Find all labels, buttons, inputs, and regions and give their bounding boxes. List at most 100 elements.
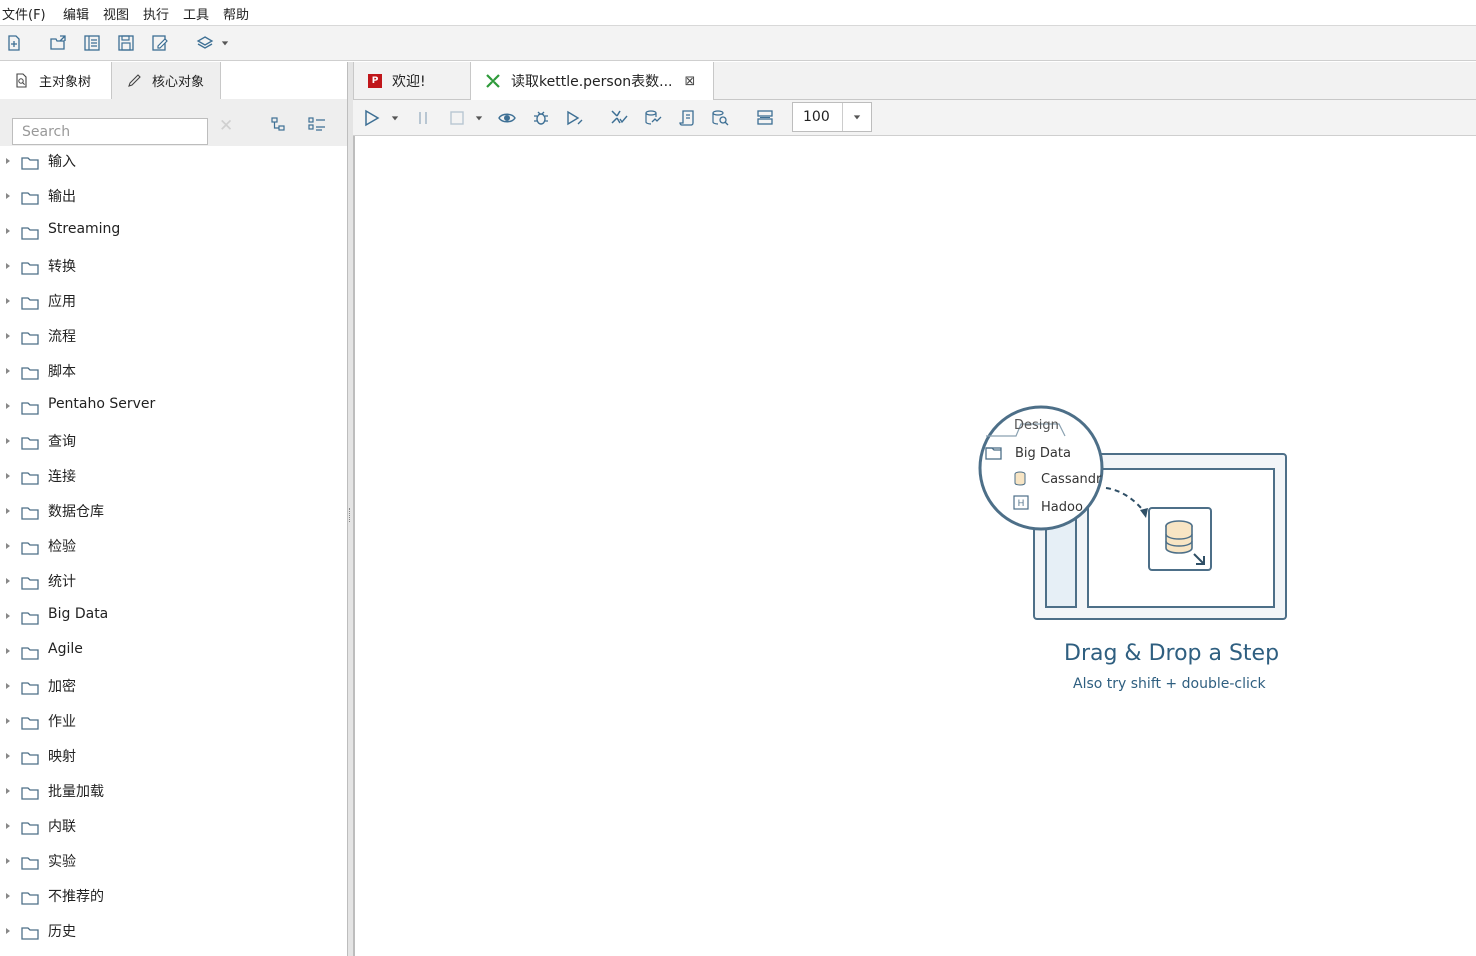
expand-arrow-icon[interactable] — [6, 333, 10, 339]
menu-file[interactable]: 文件(F) — [2, 4, 46, 23]
chevron-down-icon[interactable] — [842, 103, 871, 131]
tab-core-objects[interactable]: 核心对象 — [111, 62, 221, 99]
expand-arrow-icon[interactable] — [6, 823, 10, 829]
tree-item[interactable]: Big Data — [0, 601, 340, 635]
tree-item[interactable]: 加密 — [0, 671, 340, 705]
tree-item[interactable]: 脚本 — [0, 356, 340, 390]
editor-area: P 欢迎! 读取kettle.person表数... ⊠ 100 H Desig… — [353, 62, 1476, 956]
tree-item[interactable]: Pentaho Server — [0, 391, 340, 425]
expand-arrow-icon[interactable] — [6, 543, 10, 549]
expand-arrow-icon[interactable] — [6, 508, 10, 514]
layers-dropdown-icon[interactable] — [219, 33, 231, 53]
run-icon[interactable] — [362, 108, 382, 128]
drag-drop-illustration: H — [978, 405, 1287, 620]
expand-arrow-icon[interactable] — [6, 788, 10, 794]
transformation-toolbar: 100 — [353, 100, 1476, 136]
verify-icon[interactable] — [609, 108, 629, 128]
impact-analysis-icon[interactable] — [643, 108, 663, 128]
tree-item[interactable]: 内联 — [0, 811, 340, 845]
expand-arrow-icon[interactable] — [6, 403, 10, 409]
tree-item[interactable]: 输入 — [0, 146, 340, 180]
tree-item[interactable]: 映射 — [0, 741, 340, 775]
expand-arrow-icon[interactable] — [6, 858, 10, 864]
expand-arrow-icon[interactable] — [6, 438, 10, 444]
menu-tools[interactable]: 工具 — [183, 4, 209, 23]
menu-view[interactable]: 视图 — [103, 4, 129, 23]
expand-arrow-icon[interactable] — [6, 753, 10, 759]
run-dropdown-icon[interactable] — [389, 108, 401, 128]
expand-arrow-icon[interactable] — [6, 193, 10, 199]
tree-item[interactable]: 历史 — [0, 916, 340, 950]
tree-item[interactable]: 批量加载 — [0, 776, 340, 810]
database-explore-icon[interactable] — [710, 108, 730, 128]
expand-arrow-icon[interactable] — [6, 578, 10, 584]
zoom-select[interactable]: 100 — [792, 102, 872, 132]
tree-item[interactable]: 实验 — [0, 846, 340, 880]
expand-all-icon[interactable] — [308, 116, 326, 136]
stop-dropdown-icon[interactable] — [473, 108, 485, 128]
tree-item[interactable]: 数据仓库 — [0, 496, 340, 530]
tree-item[interactable]: 检验 — [0, 531, 340, 565]
folder-icon — [21, 192, 39, 205]
tree-item[interactable]: Streaming — [0, 216, 340, 250]
collapse-all-icon[interactable] — [270, 116, 286, 136]
left-tabs: 主对象树 核心对象 — [0, 62, 347, 100]
folder-icon — [21, 507, 39, 520]
folder-icon — [21, 472, 39, 485]
transformation-canvas[interactable]: H Design Big Data Cassandr Hadoo Drag & … — [353, 136, 1476, 956]
tree-item[interactable]: Agile — [0, 636, 340, 670]
expand-arrow-icon[interactable] — [6, 928, 10, 934]
explore-repository-icon[interactable] — [82, 33, 102, 53]
expand-arrow-icon[interactable] — [6, 473, 10, 479]
tree-item[interactable]: 应用 — [0, 286, 340, 320]
tab-transformation[interactable]: 读取kettle.person表数... ⊠ — [471, 62, 714, 100]
expand-arrow-icon[interactable] — [6, 263, 10, 269]
menu-run[interactable]: 执行 — [143, 4, 169, 23]
left-panel: 主对象树 核心对象 ✕ 输入输出 Streaming 转换应用流程脚本 Pentaho… — [0, 62, 348, 956]
tree-item-label: 检验 — [48, 539, 76, 555]
tree-item[interactable]: 转换 — [0, 251, 340, 285]
clear-search-icon[interactable]: ✕ — [219, 116, 233, 136]
layers-icon[interactable] — [195, 33, 215, 53]
tree-item[interactable]: 统计 — [0, 566, 340, 600]
expand-arrow-icon[interactable] — [6, 893, 10, 899]
expand-arrow-icon[interactable] — [6, 228, 10, 234]
menu-edit[interactable]: 编辑 — [63, 4, 89, 23]
search-input[interactable] — [12, 118, 208, 145]
expand-arrow-icon[interactable] — [6, 298, 10, 304]
pause-icon[interactable] — [413, 108, 433, 128]
preview-eye-icon[interactable] — [497, 108, 517, 128]
save-as-icon[interactable] — [150, 33, 170, 53]
transformation-icon — [485, 73, 501, 89]
expand-arrow-icon[interactable] — [6, 683, 10, 689]
tree-item[interactable]: 流程 — [0, 321, 340, 355]
tree-item-label: 实验 — [48, 854, 76, 870]
folder-icon — [21, 437, 39, 450]
show-results-icon[interactable] — [755, 108, 775, 128]
new-file-icon[interactable] — [4, 33, 24, 53]
sql-script-icon[interactable] — [677, 108, 697, 128]
tab-main-object-tree[interactable]: 主对象树 — [14, 62, 110, 99]
tree-item[interactable]: 不推荐的 — [0, 881, 340, 915]
tree-item[interactable]: 作业 — [0, 706, 340, 740]
expand-arrow-icon[interactable] — [6, 613, 10, 619]
folder-icon — [21, 892, 39, 905]
replay-icon[interactable] — [564, 108, 584, 128]
close-tab-icon[interactable]: ⊠ — [685, 74, 696, 89]
tab-label: 主对象树 — [39, 75, 92, 90]
tree-item[interactable]: 连接 — [0, 461, 340, 495]
menu-help[interactable]: 帮助 — [223, 4, 249, 23]
tree-item[interactable]: 查询 — [0, 426, 340, 460]
expand-arrow-icon[interactable] — [6, 158, 10, 164]
folder-icon — [21, 717, 39, 730]
expand-arrow-icon[interactable] — [6, 368, 10, 374]
open-file-icon[interactable] — [48, 33, 68, 53]
expand-arrow-icon[interactable] — [6, 648, 10, 654]
folder-icon — [21, 542, 39, 555]
debug-bug-icon[interactable] — [531, 108, 551, 128]
tree-item[interactable]: 输出 — [0, 181, 340, 215]
tab-welcome[interactable]: P 欢迎! — [353, 62, 471, 99]
stop-icon[interactable] — [447, 108, 467, 128]
expand-arrow-icon[interactable] — [6, 718, 10, 724]
save-icon[interactable] — [116, 33, 136, 53]
